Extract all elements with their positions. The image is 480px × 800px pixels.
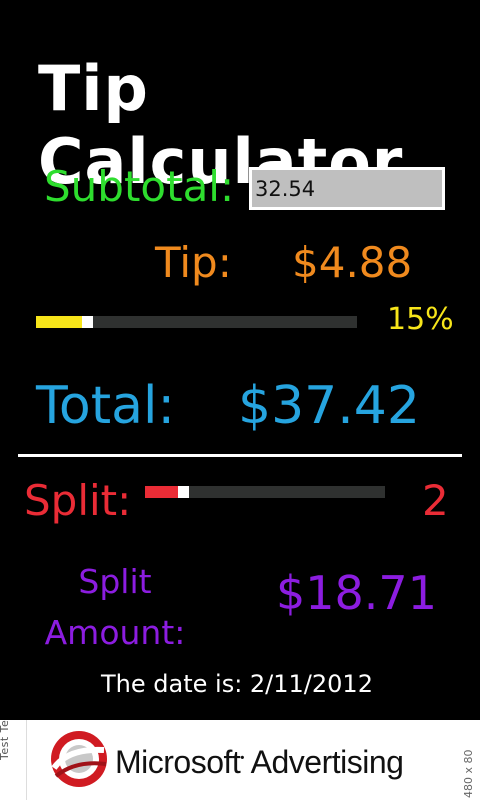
ad-size-strip: 480 x 80: [456, 720, 480, 800]
split-count-value: 2: [422, 476, 449, 525]
subtotal-input[interactable]: [249, 167, 445, 210]
date-text: The date is: 2/11/2012: [101, 670, 373, 698]
tip-percent-slider[interactable]: [36, 316, 357, 328]
ad-banner[interactable]: Test Test Test Microsoft• Advertising 48…: [0, 720, 480, 800]
split-label: Split:: [24, 476, 132, 525]
subtotal-label: Subtotal:: [44, 162, 235, 211]
ad-brand-name: Microsoft: [115, 744, 241, 780]
ad-size-label: 480 x 80: [462, 749, 475, 799]
ad-test-label: Test Test Test: [0, 720, 11, 760]
total-amount: $37.42: [238, 376, 420, 436]
ad-brand-text: Microsoft• Advertising: [115, 744, 404, 781]
split-count-slider[interactable]: [145, 486, 385, 498]
split-amount-label: Split Amount:: [40, 556, 190, 658]
divider: [18, 454, 462, 457]
tip-amount: $4.88: [292, 238, 413, 287]
total-label: Total:: [36, 376, 175, 436]
split-slider-fill: [145, 486, 178, 498]
ad-test-strip: Test Test Test: [0, 720, 27, 800]
tip-slider-fill: [36, 316, 82, 328]
ad-trademark: •: [240, 750, 244, 765]
split-amount-label-line1: Split: [78, 562, 152, 601]
split-amount-value: $18.71: [276, 566, 437, 620]
microsoft-advertising-logo-icon: [51, 731, 107, 787]
split-amount-label-line2: Amount:: [44, 613, 186, 652]
ad-brand-rest: Advertising: [250, 744, 404, 780]
tip-percent-value: 15%: [387, 302, 454, 337]
tip-label: Tip:: [155, 238, 232, 287]
split-slider-thumb[interactable]: [178, 486, 189, 498]
tip-slider-thumb[interactable]: [82, 316, 93, 328]
